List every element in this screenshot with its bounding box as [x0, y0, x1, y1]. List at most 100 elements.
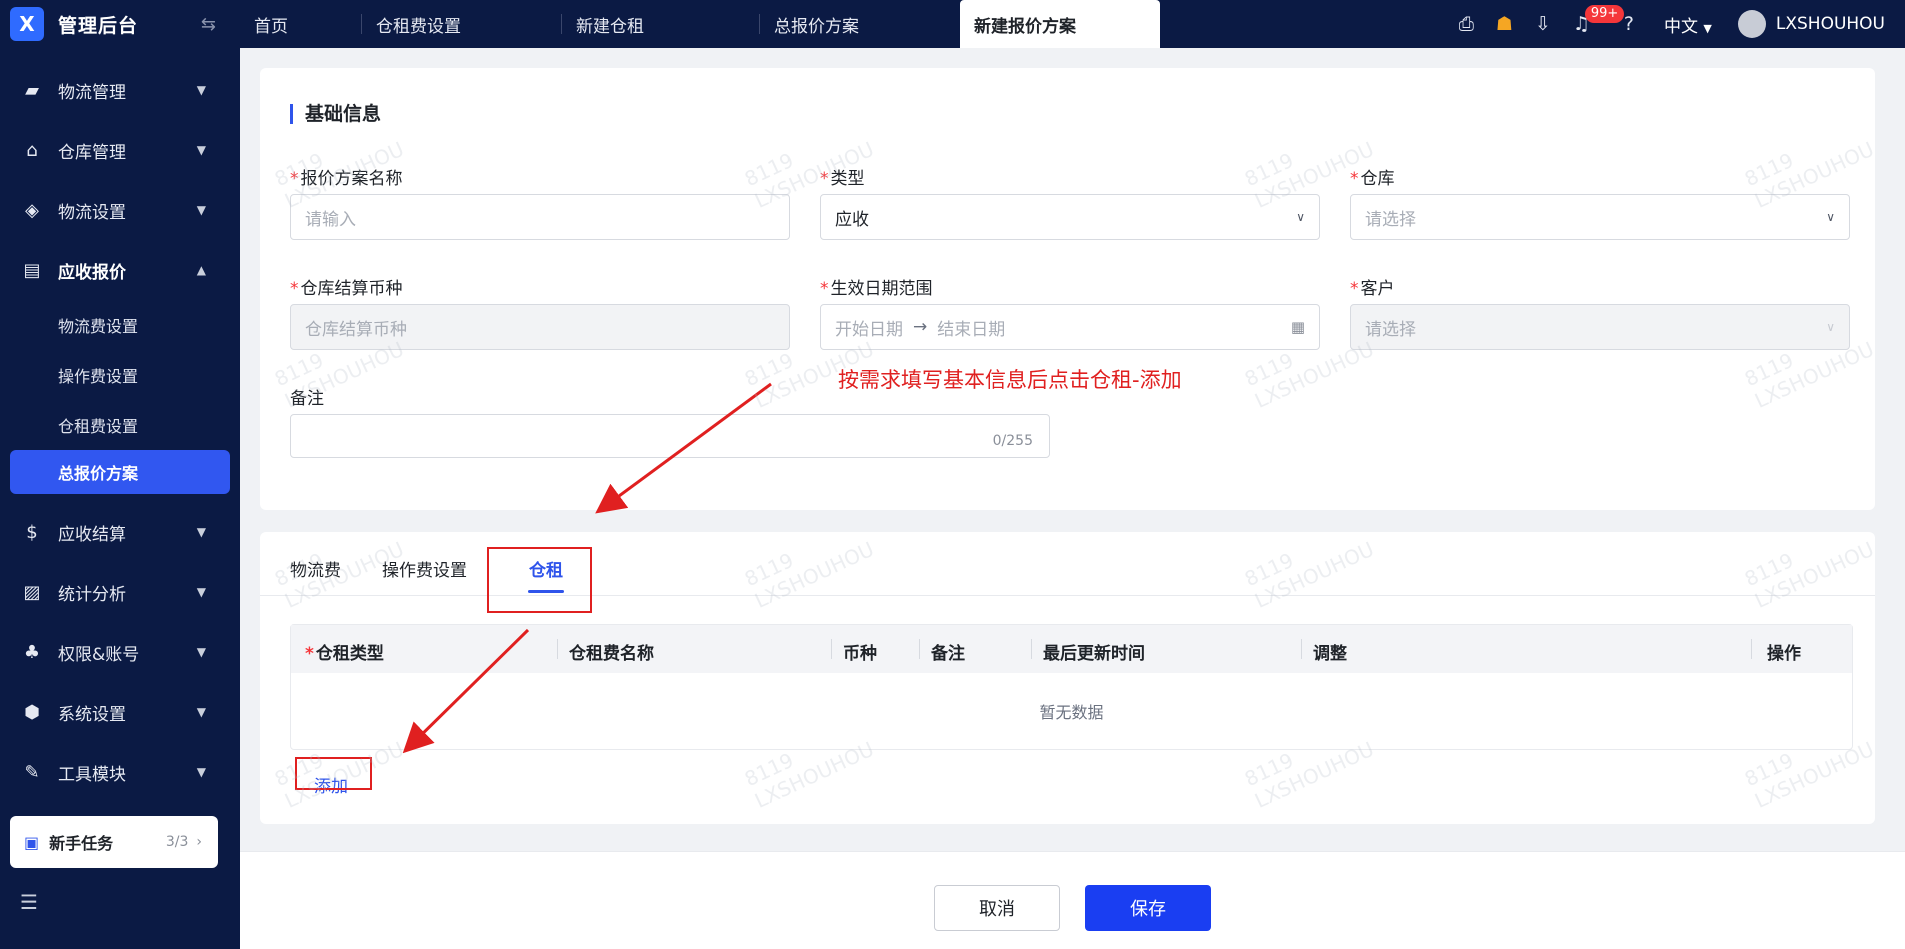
type-select[interactable]: 应收 ∨	[820, 194, 1320, 240]
sidebar-item-receivable-settlement[interactable]: $ 应收结算 ▼	[0, 502, 240, 562]
warehouse-placeholder: 请选择	[1365, 209, 1416, 230]
save-button[interactable]: 保存	[1085, 885, 1211, 931]
chevron-down-icon: ▼	[196, 765, 206, 779]
chart-icon: ▨	[23, 581, 41, 603]
help-icon[interactable]: ?	[1624, 13, 1634, 35]
chevron-down-icon: ▼	[196, 645, 206, 659]
tab-label: 总报价方案	[774, 16, 859, 37]
tab-operation-fee[interactable]: 操作费设置	[382, 556, 467, 581]
top-bar: X 管理后台 ⇆ 首页 仓租费设置 新建仓租 总报价方案 新建报价方案 ⎙ ☗ …	[0, 0, 1905, 48]
chevron-up-icon: ▲	[196, 263, 206, 277]
tab-storage-fee-settings[interactable]: 仓租费设置	[362, 0, 562, 48]
section-title: 基础信息	[290, 104, 381, 124]
menu-collapse-icon[interactable]: ☰	[20, 890, 38, 914]
sidebar-item-label: 物流设置	[58, 202, 126, 223]
sidebar-item-label: 权限&账号	[58, 644, 140, 665]
plan-name-input[interactable]: 请输入	[290, 194, 790, 240]
column-header: * 仓租类型	[305, 644, 384, 664]
sidebar-item-warehouse[interactable]: ⌂ 仓库管理 ▼	[0, 120, 240, 180]
customer-placeholder: 请选择	[1365, 319, 1416, 340]
tab-label: 首页	[254, 16, 288, 37]
tab-logistics-fee[interactable]: 物流费	[290, 556, 341, 581]
sidebar-item-logistics-settings[interactable]: ◈ 物流设置 ▼	[0, 180, 240, 240]
sidebar-item-system-settings[interactable]: ⬢ 系统设置 ▼	[0, 682, 240, 742]
chevron-down-icon: ∨	[1826, 320, 1835, 334]
column-divider	[831, 639, 832, 659]
sidebar-sub-logistics-fee[interactable]: 物流费设置	[0, 300, 240, 350]
inbox-icon[interactable]: ⎙	[1459, 13, 1474, 35]
currency-label: * 仓库结算币种	[290, 279, 403, 299]
column-divider	[557, 639, 558, 659]
column-header: 币种	[843, 644, 877, 664]
tab-new-storage[interactable]: 新建仓租	[562, 0, 760, 48]
warehouse-select[interactable]: 请选择 ∨	[1350, 194, 1850, 240]
plan-name-label: * 报价方案名称	[290, 169, 403, 189]
column-divider	[1031, 639, 1032, 659]
form-footer: 取消 保存	[240, 851, 1905, 949]
dollar-icon: $	[26, 521, 38, 543]
add-link-highlight	[295, 757, 372, 790]
chevron-down-icon: ▼	[196, 83, 206, 97]
main-content: 基础信息 * 报价方案名称 请输入 * 类型 应收 ∨ * 仓库 请选择 ∨ * 仓库结算币…	[240, 48, 1905, 949]
chevron-right-icon: ›	[196, 834, 202, 850]
basic-info-card: 基础信息 * 报价方案名称 请输入 * 类型 应收 ∨ * 仓库 请选择 ∨ * 仓库结算币…	[260, 68, 1875, 510]
avatar[interactable]	[1737, 10, 1766, 38]
sidebar-item-statistics[interactable]: ▨ 统计分析 ▼	[0, 562, 240, 622]
beginner-task-card[interactable]: ▣ 新手任务 3/3 ›	[10, 816, 218, 868]
empty-state: 暂无数据	[1039, 703, 1104, 722]
start-date-placeholder: 开始日期	[835, 319, 903, 340]
sidebar-sub-storage-fee[interactable]: 仓租费设置	[0, 400, 240, 450]
notification-badge: 99+	[1584, 5, 1625, 23]
swap-arrows-icon[interactable]: ⇆	[201, 14, 216, 35]
sidebar-item-tools[interactable]: ✎ 工具模块 ▼	[0, 742, 240, 802]
arrow-right-icon: →	[913, 317, 928, 337]
header-actions: ⎙ ☗ ⇩ ♫ 99+ ? 中文 ▼ LXSHOUHOU	[1437, 0, 1905, 48]
sidebar-sub-operation-fee[interactable]: 操作费设置	[0, 350, 240, 400]
robot-icon[interactable]: ☗	[1496, 13, 1513, 35]
storage-tab-highlight	[487, 547, 592, 613]
customer-select: 请选择 ∨	[1350, 304, 1850, 350]
tab-label: 新建仓租	[576, 16, 644, 37]
table-header: * 仓租类型 仓租费名称 币种 备注 最后更新时间 调整 操作	[291, 625, 1852, 673]
currency-placeholder: 仓库结算币种	[305, 319, 407, 340]
sidebar-item-receivable-quote[interactable]: ▤ 应收报价 ▲	[0, 240, 240, 300]
org-chart-icon: ♣	[23, 641, 41, 663]
chevron-down-icon: ∨	[1296, 210, 1305, 224]
chevron-down-icon: ▼	[196, 705, 206, 719]
wrench-icon: ✎	[24, 761, 40, 783]
column-header: 仓租费名称	[569, 644, 654, 664]
tab-total-quote-plan[interactable]: 总报价方案	[760, 0, 960, 48]
sidebar-item-permissions[interactable]: ♣ 权限&账号 ▼	[0, 622, 240, 682]
box-settings-icon: ◈	[25, 199, 39, 221]
brand: X 管理后台 ⇆	[0, 0, 240, 48]
chevron-down-icon: ▼	[196, 203, 206, 217]
customer-label: * 客户	[1350, 279, 1395, 299]
sidebar-item-label: 物流管理	[58, 82, 126, 103]
tab-new-quote-plan[interactable]: 新建报价方案	[960, 0, 1160, 48]
column-divider	[1751, 639, 1752, 659]
username[interactable]: LXSHOUHOU	[1776, 14, 1885, 34]
sidebar-item-label: 系统设置	[58, 704, 126, 725]
sidebar: ▰ 物流管理 ▼ ⌂ 仓库管理 ▼ ◈ 物流设置 ▼ ▤ 应收报价 ▲ 物流费设置 操作费设置 …	[0, 48, 240, 949]
sidebar-item-logistics[interactable]: ▰ 物流管理 ▼	[0, 60, 240, 120]
tab-home[interactable]: 首页	[240, 0, 362, 48]
currency-input: 仓库结算币种	[290, 304, 790, 350]
type-label: * 类型	[820, 169, 865, 189]
type-value: 应收	[835, 209, 869, 230]
task-label: 新手任务	[49, 834, 114, 853]
download-icon[interactable]: ⇩	[1535, 13, 1551, 35]
tab-label: 仓租费设置	[376, 16, 461, 37]
column-divider	[919, 639, 920, 659]
truck-icon: ▰	[25, 79, 39, 101]
language-select[interactable]: 中文 ▼	[1664, 12, 1712, 37]
warehouse-label: * 仓库	[1350, 169, 1395, 189]
bell-icon[interactable]: ♫ 99+	[1573, 5, 1625, 35]
remark-textarea[interactable]: 0/255	[290, 414, 1050, 458]
sidebar-sub-total-quote-plan[interactable]: 总报价方案	[10, 450, 230, 494]
date-range-picker[interactable]: 开始日期 → 结束日期 ▦	[820, 304, 1320, 350]
sidebar-item-label: 工具模块	[58, 764, 126, 785]
caret-down-icon: ▼	[1703, 21, 1712, 35]
warehouse-icon: ⌂	[26, 139, 38, 161]
cancel-button[interactable]: 取消	[934, 885, 1060, 931]
page-tabs: 首页 仓租费设置 新建仓租 总报价方案 新建报价方案	[240, 0, 1160, 48]
